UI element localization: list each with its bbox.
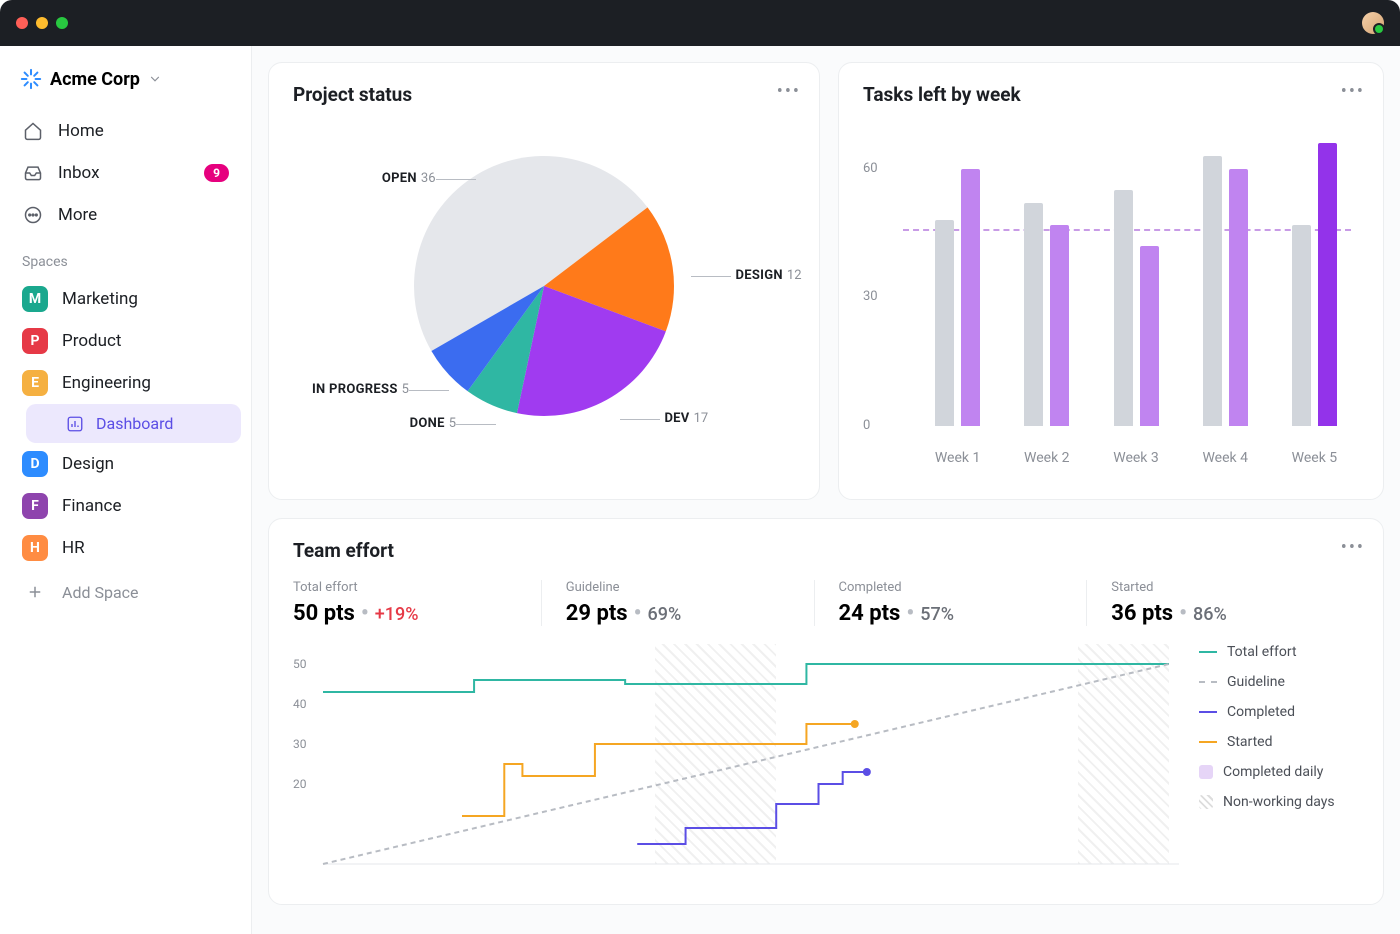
pie-slice-label: DEV17: [664, 411, 774, 426]
stat-completed: Completed 24 pts•57%: [815, 580, 1088, 626]
card-team-effort: Team effort ••• Total effort 50 pts•+19%…: [268, 518, 1384, 905]
space-badge-icon: P: [22, 328, 48, 354]
dashboard-icon: [66, 415, 84, 433]
nav-home[interactable]: Home: [10, 110, 241, 152]
pie-slice-label: OPEN36: [326, 171, 436, 186]
x-axis-label: Week 1: [913, 450, 1002, 466]
chevron-down-icon: [148, 72, 162, 86]
home-icon: [22, 120, 44, 142]
inbox-badge: 9: [204, 164, 229, 182]
bar: [1140, 246, 1159, 426]
nav-inbox[interactable]: Inbox 9: [10, 152, 241, 194]
window-close-icon[interactable]: [16, 17, 28, 29]
card-title: Tasks left by week: [863, 83, 1359, 106]
x-axis-label: Week 5: [1270, 450, 1359, 466]
app-logo-icon: [20, 68, 42, 90]
effort-line-chart: 20304050: [293, 644, 1179, 884]
inbox-icon: [22, 162, 44, 184]
sidebar-space-engineering[interactable]: EEngineering: [10, 362, 241, 404]
sidebar-space-marketing[interactable]: MMarketing: [10, 278, 241, 320]
bar: [1050, 225, 1069, 426]
org-switcher[interactable]: Acme Corp: [10, 60, 241, 98]
org-name: Acme Corp: [50, 69, 140, 90]
sidebar-space-finance[interactable]: FFinance: [10, 485, 241, 527]
space-badge-icon: F: [22, 493, 48, 519]
user-avatar[interactable]: [1362, 12, 1384, 34]
bar: [1114, 190, 1133, 426]
space-badge-icon: H: [22, 535, 48, 561]
plus-icon: [22, 579, 48, 605]
y-axis-tick: 0: [863, 418, 870, 433]
y-axis-tick: 30: [863, 289, 878, 304]
card-project-status: Project status ••• OPEN36DESIGN12DEV17DO…: [268, 62, 820, 500]
nav-more[interactable]: More: [10, 194, 241, 236]
space-badge-icon: D: [22, 451, 48, 477]
main-content: Project status ••• OPEN36DESIGN12DEV17DO…: [252, 46, 1400, 934]
more-icon: [22, 204, 44, 226]
bar: [1229, 169, 1248, 426]
card-tasks-by-week: Tasks left by week ••• 0 30 60 Week 1Week 2…: [838, 62, 1384, 500]
add-space-button[interactable]: Add Space: [10, 569, 241, 615]
pie-slice-label: IN PROGRESS5: [299, 382, 409, 397]
space-badge-icon: E: [22, 370, 48, 396]
bar: [1024, 203, 1043, 426]
window-minimize-icon[interactable]: [36, 17, 48, 29]
stat-guideline: Guideline 29 pts•69%: [542, 580, 815, 626]
pie-chart: OPEN36DESIGN12DEV17DONE5IN PROGRESS5: [293, 106, 795, 466]
card-menu-button[interactable]: •••: [1341, 81, 1365, 102]
x-axis-label: Week 3: [1091, 450, 1180, 466]
stat-started: Started 36 pts•86%: [1087, 580, 1359, 626]
sidebar-dashboard[interactable]: Dashboard: [26, 404, 241, 443]
bar: [935, 220, 954, 426]
traffic-lights: [16, 17, 68, 29]
window-titlebar: [0, 0, 1400, 46]
bar-chart: 0 30 60 Week 1Week 2Week 3Week 4Week 5: [863, 126, 1359, 466]
bar: [1292, 225, 1311, 426]
sidebar-space-hr[interactable]: HHR: [10, 527, 241, 569]
card-menu-button[interactable]: •••: [1341, 537, 1365, 558]
space-badge-icon: M: [22, 286, 48, 312]
sidebar-space-product[interactable]: PProduct: [10, 320, 241, 362]
pie-slice-label: DESIGN12: [735, 268, 845, 283]
card-title: Team effort: [293, 539, 1359, 562]
y-axis-tick: 60: [863, 161, 878, 176]
effort-legend: Total effort Guideline Completed Started…: [1179, 644, 1359, 884]
x-axis-label: Week 4: [1181, 450, 1270, 466]
bar: [1203, 156, 1222, 426]
pie-slice-label: DONE5: [346, 416, 456, 431]
window-maximize-icon[interactable]: [56, 17, 68, 29]
x-axis-label: Week 2: [1002, 450, 1091, 466]
bar: [961, 169, 980, 426]
sidebar-space-design[interactable]: DDesign: [10, 443, 241, 485]
sidebar: Acme Corp Home Inbox 9 More Spaces MMark…: [0, 46, 252, 934]
stat-total-effort: Total effort 50 pts•+19%: [293, 580, 542, 626]
bar: [1318, 143, 1337, 426]
spaces-section-label: Spaces: [10, 236, 241, 278]
